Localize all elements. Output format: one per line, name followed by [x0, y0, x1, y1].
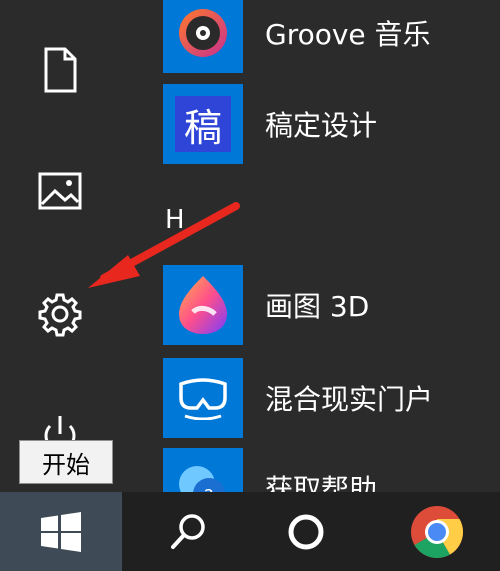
chrome-button[interactable]	[395, 492, 479, 571]
documents-button[interactable]	[32, 42, 88, 98]
pictures-button[interactable]	[32, 163, 88, 219]
taskbar	[0, 492, 500, 571]
app-label: 画图 3D	[265, 290, 370, 323]
paint-3d-icon	[163, 265, 243, 345]
cortana-icon	[288, 514, 324, 549]
document-icon	[44, 47, 77, 93]
app-label: 稿定设计	[265, 109, 378, 142]
gaoding-icon: 稿	[163, 84, 243, 164]
start-tooltip: 开始	[19, 440, 113, 484]
app-label: Groove 音乐	[265, 18, 431, 51]
cortana-button[interactable]	[268, 492, 344, 571]
search-icon	[171, 513, 205, 549]
chrome-icon	[411, 505, 463, 558]
section-header-h[interactable]: H	[165, 205, 185, 235]
app-label: 混合现实门户	[265, 383, 434, 416]
windows-start-icon	[41, 511, 81, 552]
app-item-mixed-reality[interactable]: 混合现实门户	[163, 358, 500, 438]
mixed-reality-icon	[163, 358, 243, 438]
search-button[interactable]	[150, 492, 226, 571]
app-item-paint-3d[interactable]: 画图 3D	[163, 265, 500, 345]
pictures-icon	[38, 172, 82, 210]
start-menu: Groove 音乐 稿 稿定设计 H 画图 3D 混合现实门户 获取帮助 开始	[0, 0, 500, 528]
app-item-groove[interactable]: Groove 音乐	[163, 0, 500, 73]
settings-button[interactable]	[32, 286, 88, 342]
groove-music-icon	[163, 0, 243, 73]
settings-gear-icon	[38, 293, 82, 337]
start-button[interactable]	[0, 492, 122, 571]
app-item-gaoding[interactable]: 稿 稿定设计	[163, 84, 500, 164]
